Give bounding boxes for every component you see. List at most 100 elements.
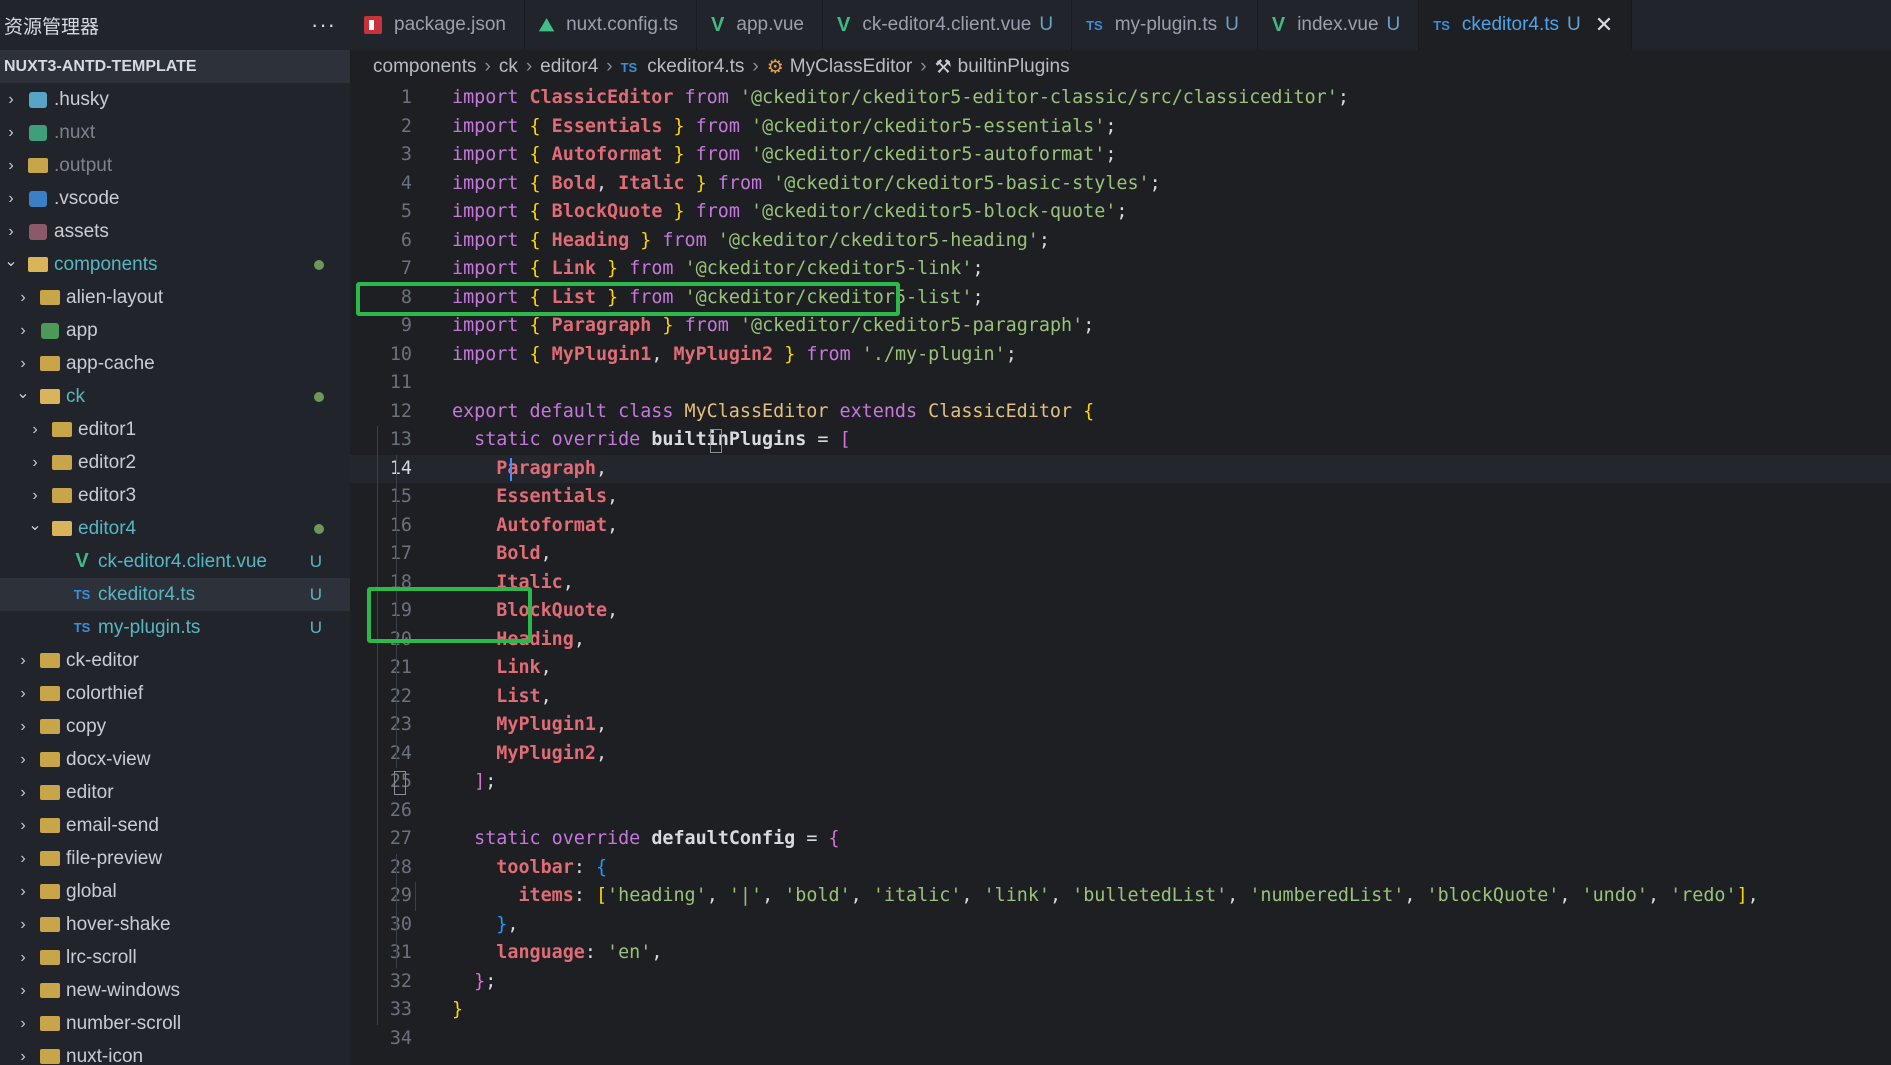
line-number: 15 [389, 486, 412, 507]
folder-icon [36, 752, 64, 767]
line-number: 28 [389, 856, 412, 878]
explorer-sidebar: 资源管理器 ··· NUXT3-ANTD-TEMPLATE › .husky › .n… [0, 0, 350, 1065]
folder-item[interactable]: › app-cache [0, 347, 350, 380]
folder-item[interactable]: › copy [0, 710, 350, 743]
code-line: 9 import { Paragraph } from '@ckeditor/ck… [350, 312, 1891, 341]
file-tree: › .husky › .nuxt › .output › .vscode › assets ⌄ com… [0, 83, 350, 1065]
tree-item-label: .nuxt [54, 121, 96, 143]
npm-icon [364, 16, 382, 34]
folder-item[interactable]: › editor1 [0, 413, 350, 446]
line-number: 4 [400, 172, 412, 194]
tab-nuxt-config-ts[interactable]: ⛰ nuxt.config.ts [525, 0, 698, 50]
chevron-right-icon: › [20, 684, 26, 702]
tab-ck-editor4-client-vue[interactable]: Vck-editor4.client.vue U [823, 0, 1073, 50]
tree-item-label: hover-shake [66, 913, 171, 935]
folder-item[interactable]: › email-send [0, 809, 350, 842]
folder-item[interactable]: › .vscode [0, 182, 350, 215]
line-number: 10 [389, 343, 412, 365]
code-line: 32 }; [350, 968, 1891, 997]
tree-item-label: new-windows [66, 979, 181, 1001]
chevron-right-icon: › [32, 453, 38, 471]
folder-item[interactable]: ⌄ components [0, 248, 350, 281]
breadcrumb-folder[interactable]: ck [499, 56, 518, 78]
project-root[interactable]: NUXT3-ANTD-TEMPLATE [0, 50, 350, 83]
chevron-right-icon: › [20, 321, 26, 339]
code-text: import { List } from '@ckeditor/ckeditor… [452, 286, 984, 308]
code-line: 8 import { List } from '@ckeditor/ckedito… [350, 284, 1891, 313]
line-number: 26 [389, 799, 412, 821]
ts-icon: TS [1433, 17, 1450, 33]
folder-item[interactable]: › new-windows [0, 974, 350, 1007]
tab-label: nuxt.config.ts [566, 14, 679, 35]
folder-icon [36, 686, 64, 701]
folder-item[interactable]: › ck-editor [0, 644, 350, 677]
code-line: 21 Link, [350, 654, 1891, 683]
breadcrumb-folder[interactable]: components [373, 56, 477, 78]
bracket-match [394, 771, 406, 795]
folder-item[interactable]: › editor3 [0, 479, 350, 512]
folder-icon [36, 719, 64, 734]
tree-item-label: my-plugin.ts [98, 616, 201, 638]
code-line: 28 toolbar: { [350, 854, 1891, 883]
tab-package-json[interactable]: package.json [350, 0, 525, 50]
folder-item[interactable]: › editor2 [0, 446, 350, 479]
more-actions-icon[interactable]: ··· [311, 12, 336, 38]
line-number: 16 [389, 514, 412, 536]
breadcrumb-class[interactable]: MyClassEditor [790, 56, 912, 78]
folder-item[interactable]: › lrc-scroll [0, 941, 350, 974]
tree-item-label: global [66, 880, 117, 902]
tree-item-label: number-scroll [66, 1012, 182, 1034]
folder-item[interactable]: › file-preview [0, 842, 350, 875]
file-item[interactable]: TS ckeditor4.ts U [0, 578, 350, 611]
folder-item[interactable]: › hover-shake [0, 908, 350, 941]
file-item[interactable]: TS my-plugin.ts U [0, 611, 350, 644]
folder-item[interactable]: › .husky [0, 83, 350, 116]
code-line: 30 }, [350, 911, 1891, 940]
folder-item[interactable]: › .nuxt [0, 116, 350, 149]
code-editor[interactable]: 1 import ClassicEditor from '@ckeditor/ck… [350, 84, 1891, 1065]
tab-index-vue[interactable]: Vindex.vue U [1258, 0, 1420, 50]
line-number: 6 [400, 229, 412, 251]
ts-icon: TS [620, 59, 638, 75]
folder-open-icon [24, 257, 52, 272]
folder-item[interactable]: › alien-layout [0, 281, 350, 314]
line-number: 11 [389, 372, 412, 393]
folder-item[interactable]: ⌄ ck [0, 380, 350, 413]
line-number: 8 [400, 286, 412, 308]
file-item[interactable]: Vck-editor4.client.vue U [0, 545, 350, 578]
folder-item[interactable]: ⌄ editor4 [0, 512, 350, 545]
bracket-match [710, 429, 722, 453]
folder-item[interactable]: › .output [0, 149, 350, 182]
tree-item-label: alien-layout [66, 286, 164, 308]
folder-icon [36, 785, 64, 800]
project-name: NUXT3-ANTD-TEMPLATE [4, 57, 197, 75]
breadcrumb-file[interactable]: ckeditor4.ts [647, 56, 744, 78]
folder-icon [36, 851, 64, 866]
chevron-right-icon: › [20, 915, 26, 933]
tab-my-plugin-ts[interactable]: TS my-plugin.ts U [1072, 0, 1258, 50]
folder-item[interactable]: › nuxt-icon [0, 1040, 350, 1065]
code-text: static override defaultConfig = { [474, 828, 840, 849]
code-line: 2 import { Essentials } from '@ckeditor/c… [350, 113, 1891, 142]
folder-item[interactable]: › docx-view [0, 743, 350, 776]
tab-app-vue[interactable]: Vapp.vue [697, 0, 824, 50]
folder-item[interactable]: › number-scroll [0, 1007, 350, 1040]
code-line: 14 Paragraph, [350, 454, 1891, 483]
tree-item-label: ck [66, 385, 85, 407]
tab-untracked-badge: U [1039, 14, 1054, 35]
untracked-badge: U [309, 584, 322, 604]
folder-item[interactable]: › editor [0, 776, 350, 809]
code-text: }; [474, 970, 497, 992]
tree-item-label: .husky [54, 88, 109, 110]
folder-item[interactable]: › colorthief [0, 677, 350, 710]
breadcrumb-folder[interactable]: editor4 [540, 56, 598, 78]
tree-item-label: email-send [66, 814, 159, 836]
tab-ckeditor4-ts[interactable]: TS ckeditor4.ts U ✕ [1419, 0, 1633, 50]
folder-item[interactable]: › global [0, 875, 350, 908]
close-icon[interactable]: ✕ [1595, 12, 1613, 38]
breadcrumb-member[interactable]: builtinPlugins [958, 56, 1070, 78]
folder-item[interactable]: › assets [0, 215, 350, 248]
text-cursor [510, 457, 512, 481]
folder-item[interactable]: › app [0, 314, 350, 347]
tab-untracked-badge: U [1225, 14, 1239, 35]
